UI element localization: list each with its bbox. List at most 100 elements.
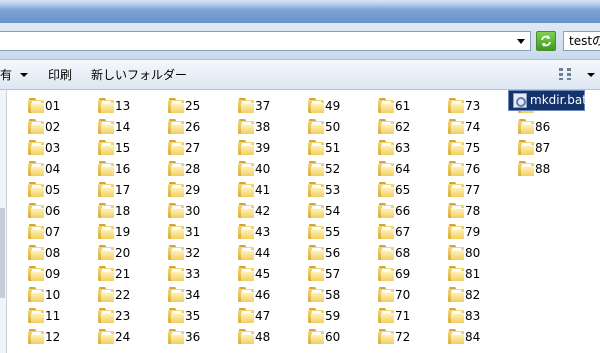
folder-item[interactable]: 74	[448, 117, 520, 138]
folder-item[interactable]: 44	[238, 243, 310, 264]
folder-item[interactable]: 23	[98, 306, 170, 327]
folder-item[interactable]: 70	[378, 285, 450, 306]
folder-item[interactable]: 71	[378, 306, 450, 327]
folder-item[interactable]: 29	[168, 180, 240, 201]
folder-item[interactable]: 72	[378, 327, 450, 348]
folder-item[interactable]: 46	[238, 285, 310, 306]
folder-item[interactable]: 84	[448, 327, 520, 348]
folder-item[interactable]: 28	[168, 159, 240, 180]
share-button[interactable]: 有	[0, 67, 12, 83]
folder-item[interactable]: 31	[168, 222, 240, 243]
folder-item[interactable]: 04	[28, 159, 100, 180]
folder-item[interactable]: 75	[448, 138, 520, 159]
folder-item[interactable]: 35	[168, 306, 240, 327]
folder-item[interactable]: 62	[378, 117, 450, 138]
folder-item[interactable]: 14	[98, 117, 170, 138]
folder-item[interactable]: 77	[448, 180, 520, 201]
view-chevron-down-icon[interactable]	[587, 73, 595, 77]
folder-item[interactable]: 59	[308, 306, 380, 327]
folder-item[interactable]: 16	[98, 159, 170, 180]
folder-item[interactable]: 26	[168, 117, 240, 138]
folder-item[interactable]: 18	[98, 201, 170, 222]
folder-item[interactable]: 20	[98, 243, 170, 264]
folder-item[interactable]: 36	[168, 327, 240, 348]
address-field[interactable]	[0, 31, 531, 51]
file-item-selected[interactable]: mkdir.bat	[508, 90, 587, 111]
folder-item[interactable]: 38	[238, 117, 310, 138]
folder-item[interactable]: 43	[238, 222, 310, 243]
folder-item[interactable]: 19	[98, 222, 170, 243]
folder-item[interactable]: 22	[98, 285, 170, 306]
folder-item[interactable]: 27	[168, 138, 240, 159]
folder-item[interactable]: 54	[308, 201, 380, 222]
folder-item[interactable]: 50	[308, 117, 380, 138]
print-button[interactable]: 印刷	[48, 67, 72, 83]
folder-item[interactable]: 83	[448, 306, 520, 327]
folder-item[interactable]: 05	[28, 180, 100, 201]
new-folder-button[interactable]: 新しいフォルダー	[91, 67, 187, 83]
folder-item[interactable]: 55	[308, 222, 380, 243]
folder-item[interactable]: 40	[238, 159, 310, 180]
folder-item[interactable]: 53	[308, 180, 380, 201]
folder-item[interactable]: 79	[448, 222, 520, 243]
folder-item[interactable]: 82	[448, 285, 520, 306]
folder-item[interactable]: 03	[28, 138, 100, 159]
folder-item[interactable]: 63	[378, 138, 450, 159]
search-input[interactable]: testの	[563, 31, 600, 51]
folder-item[interactable]: 60	[308, 327, 380, 348]
chevron-down-icon[interactable]	[20, 73, 28, 77]
folder-item[interactable]: 06	[28, 201, 100, 222]
folder-item[interactable]: 65	[378, 180, 450, 201]
folder-item[interactable]: 81	[448, 264, 520, 285]
folder-item[interactable]: 33	[168, 264, 240, 285]
folder-item[interactable]: 07	[28, 222, 100, 243]
folder-item[interactable]: 61	[378, 96, 450, 117]
folder-item[interactable]: 57	[308, 264, 380, 285]
folder-item[interactable]: 08	[28, 243, 100, 264]
folder-item[interactable]: 11	[28, 306, 100, 327]
pane-splitter[interactable]	[0, 208, 5, 298]
refresh-icon[interactable]	[536, 31, 556, 51]
address-dropdown-icon[interactable]	[516, 36, 526, 46]
folder-item[interactable]: 24	[98, 327, 170, 348]
folder-item[interactable]: 52	[308, 159, 380, 180]
window-title-bar[interactable]	[0, 0, 600, 23]
folder-item[interactable]: 09	[28, 264, 100, 285]
folder-item[interactable]: 51	[308, 138, 380, 159]
folder-item[interactable]: 32	[168, 243, 240, 264]
navigation-pane[interactable]	[0, 90, 7, 353]
folder-item[interactable]: 42	[238, 201, 310, 222]
folder-item[interactable]: 15	[98, 138, 170, 159]
view-options-icon[interactable]	[558, 67, 574, 81]
folder-item[interactable]: 87	[518, 138, 590, 159]
folder-item[interactable]: 68	[378, 243, 450, 264]
folder-item[interactable]: 39	[238, 138, 310, 159]
folder-item[interactable]: 69	[378, 264, 450, 285]
folder-item[interactable]: 49	[308, 96, 380, 117]
folder-item[interactable]: 58	[308, 285, 380, 306]
folder-item[interactable]: 78	[448, 201, 520, 222]
folder-item[interactable]: 56	[308, 243, 380, 264]
folder-item[interactable]: 10	[28, 285, 100, 306]
folder-item[interactable]: 02	[28, 117, 100, 138]
folder-item[interactable]: 48	[238, 327, 310, 348]
folder-item[interactable]: 37	[238, 96, 310, 117]
folder-item[interactable]: 86	[518, 117, 590, 138]
folder-item[interactable]: 66	[378, 201, 450, 222]
folder-item[interactable]: 80	[448, 243, 520, 264]
folder-item[interactable]: 64	[378, 159, 450, 180]
folder-item[interactable]: 41	[238, 180, 310, 201]
folder-item[interactable]: 45	[238, 264, 310, 285]
folder-item[interactable]: 25	[168, 96, 240, 117]
folder-item[interactable]: 47	[238, 306, 310, 327]
folder-item[interactable]: 88	[518, 159, 590, 180]
folder-item[interactable]: 76	[448, 159, 520, 180]
folder-item[interactable]: 34	[168, 285, 240, 306]
folder-item[interactable]: 13	[98, 96, 170, 117]
folder-item[interactable]: 30	[168, 201, 240, 222]
folder-item[interactable]: 01	[28, 96, 100, 117]
folder-item[interactable]: 17	[98, 180, 170, 201]
folder-item[interactable]: 12	[28, 327, 100, 348]
folder-item[interactable]: 21	[98, 264, 170, 285]
folder-item[interactable]: 67	[378, 222, 450, 243]
